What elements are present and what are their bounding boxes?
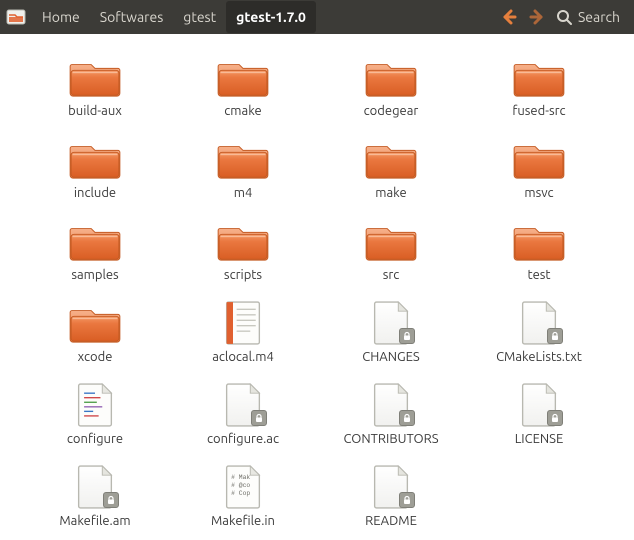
- file-manager-icon: [6, 7, 26, 27]
- file-icon: [215, 300, 271, 346]
- folder-item[interactable]: include: [26, 134, 164, 202]
- folder-item[interactable]: src: [322, 216, 460, 284]
- search-button[interactable]: Search: [556, 9, 620, 25]
- file-grid: build-aux cmake codegear fused-src include m4…: [0, 34, 634, 540]
- lock-icon: [103, 492, 119, 508]
- file-icon: [363, 300, 419, 346]
- item-label: CMakeLists.txt: [496, 350, 582, 364]
- item-label: CHANGES: [362, 350, 420, 364]
- search-icon: [556, 9, 572, 25]
- item-label: test: [527, 268, 550, 282]
- file-icon: [67, 382, 123, 428]
- item-label: cmake: [224, 104, 261, 118]
- file-item[interactable]: configure.ac: [174, 380, 312, 448]
- folder-item[interactable]: msvc: [470, 134, 608, 202]
- file-item[interactable]: Makefile.am: [26, 462, 164, 530]
- item-label: configure: [67, 432, 123, 446]
- file-icon: [215, 382, 271, 428]
- lock-icon: [399, 410, 415, 426]
- breadcrumb: HomeSoftwaresgtestgtest-1.7.0: [32, 1, 498, 33]
- folder-icon: [511, 54, 567, 100]
- folder-icon: [511, 136, 567, 182]
- folder-item[interactable]: scripts: [174, 216, 312, 284]
- folder-item[interactable]: m4: [174, 134, 312, 202]
- lock-icon: [251, 410, 267, 426]
- folder-icon: [215, 218, 271, 264]
- folder-icon: [511, 218, 567, 264]
- item-label: src: [383, 268, 400, 282]
- item-label: make: [375, 186, 406, 200]
- nav-forward-button[interactable]: [528, 8, 546, 26]
- item-label: xcode: [78, 350, 113, 364]
- lock-icon: [547, 410, 563, 426]
- item-label: include: [74, 186, 116, 200]
- file-icon: [511, 300, 567, 346]
- folder-icon: [363, 54, 419, 100]
- breadcrumb-segment[interactable]: Home: [32, 1, 90, 33]
- search-label: Search: [578, 9, 620, 25]
- folder-item[interactable]: cmake: [174, 52, 312, 120]
- item-label: fused-src: [512, 104, 565, 118]
- file-item[interactable]: aclocal.m4: [174, 298, 312, 366]
- toolbar: HomeSoftwaresgtestgtest-1.7.0 Search: [0, 0, 634, 34]
- nav-back-button[interactable]: [500, 8, 518, 26]
- folder-icon: [67, 54, 123, 100]
- file-icon: [363, 382, 419, 428]
- item-label: samples: [71, 268, 118, 282]
- folder-item[interactable]: samples: [26, 216, 164, 284]
- file-icon: [67, 464, 123, 510]
- folder-icon: [67, 300, 123, 346]
- item-label: aclocal.m4: [212, 350, 274, 364]
- item-label: CONTRIBUTORS: [343, 432, 438, 446]
- file-icon: [215, 464, 271, 510]
- item-label: Makefile.am: [59, 514, 130, 528]
- item-label: README: [365, 514, 417, 528]
- lock-icon: [399, 492, 415, 508]
- item-label: configure.ac: [207, 432, 279, 446]
- folder-icon: [363, 218, 419, 264]
- breadcrumb-segment[interactable]: Softwares: [90, 1, 174, 33]
- item-label: codegear: [364, 104, 419, 118]
- folder-icon: [215, 54, 271, 100]
- breadcrumb-segment[interactable]: gtest-1.7.0: [226, 1, 316, 33]
- folder-icon: [363, 136, 419, 182]
- folder-item[interactable]: build-aux: [26, 52, 164, 120]
- breadcrumb-segment[interactable]: gtest: [173, 1, 226, 33]
- lock-icon: [399, 328, 415, 344]
- folder-item[interactable]: make: [322, 134, 460, 202]
- file-item[interactable]: CMakeLists.txt: [470, 298, 608, 366]
- file-icon: [511, 382, 567, 428]
- item-label: Makefile.in: [211, 514, 275, 528]
- item-label: LICENSE: [515, 432, 564, 446]
- folder-icon: [215, 136, 271, 182]
- file-item[interactable]: README: [322, 462, 460, 530]
- item-label: build-aux: [68, 104, 122, 118]
- file-item[interactable]: CONTRIBUTORS: [322, 380, 460, 448]
- file-item[interactable]: configure: [26, 380, 164, 448]
- lock-icon: [547, 328, 563, 344]
- folder-icon: [67, 136, 123, 182]
- item-label: m4: [234, 186, 253, 200]
- file-icon: [363, 464, 419, 510]
- item-label: scripts: [224, 268, 262, 282]
- file-item[interactable]: LICENSE: [470, 380, 608, 448]
- file-item[interactable]: CHANGES: [322, 298, 460, 366]
- item-label: msvc: [524, 186, 553, 200]
- folder-icon: [67, 218, 123, 264]
- folder-item[interactable]: xcode: [26, 298, 164, 366]
- file-item[interactable]: Makefile.in: [174, 462, 312, 530]
- folder-item[interactable]: codegear: [322, 52, 460, 120]
- folder-item[interactable]: fused-src: [470, 52, 608, 120]
- folder-item[interactable]: test: [470, 216, 608, 284]
